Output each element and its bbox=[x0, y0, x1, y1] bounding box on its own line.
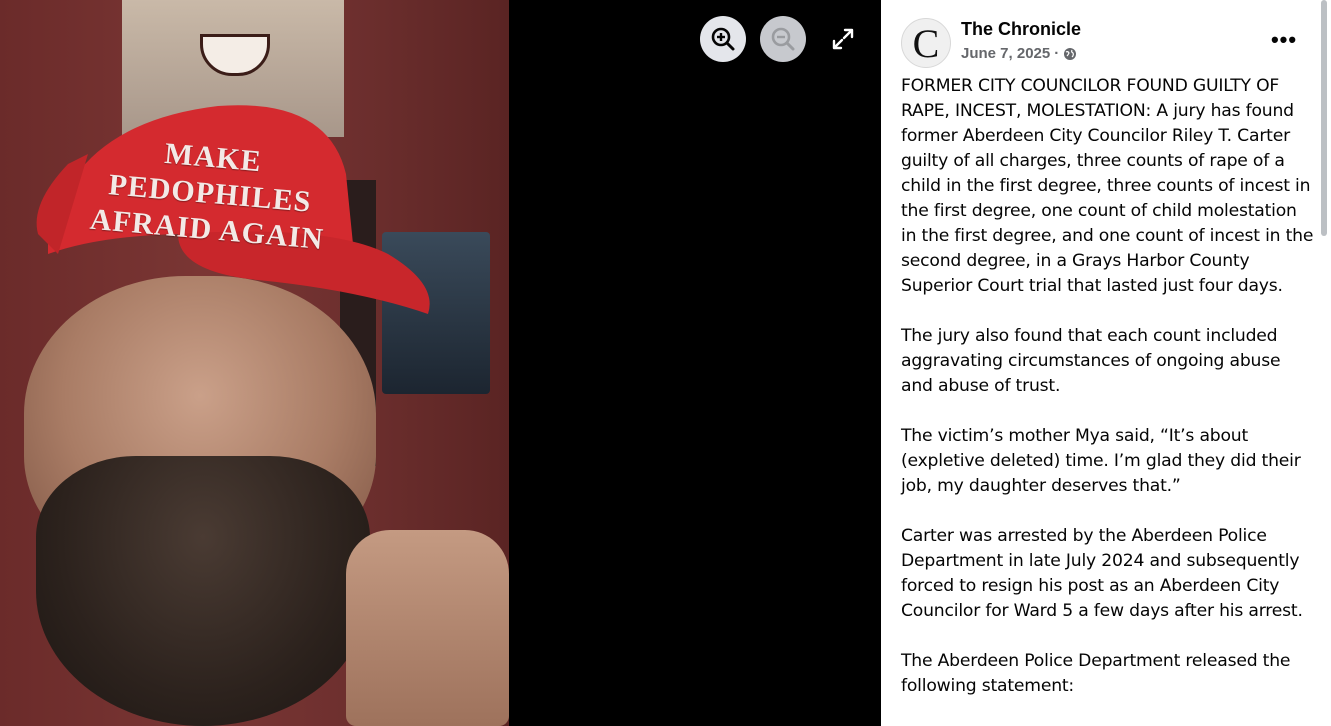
page-avatar[interactable]: C bbox=[901, 18, 951, 68]
post-paragraph: The victim’s mother Mya said, “It’s abou… bbox=[901, 426, 1301, 496]
avatar-letter: C bbox=[912, 20, 940, 66]
post-paragraph: The jury also found that each count incl… bbox=[901, 326, 1281, 396]
post-paragraph: Carter was arrested by the Aberdeen Poli… bbox=[901, 526, 1303, 621]
post-body: FORMER CITY COUNCILOR FOUND GUILTY OF RA… bbox=[901, 74, 1317, 724]
zoom-in-button[interactable] bbox=[700, 16, 746, 62]
zoom-out-button[interactable] bbox=[760, 16, 806, 62]
post-photo[interactable]: MAKE PEDOPHILES AFRAID AGAIN bbox=[0, 0, 509, 726]
post-meta: June 7, 2025 · bbox=[961, 45, 1077, 62]
post-panel: C The Chronicle June 7, 2025 · ••• FORME… bbox=[881, 0, 1331, 726]
scrollbar[interactable] bbox=[1321, 0, 1327, 236]
page-name[interactable]: The Chronicle bbox=[961, 19, 1081, 40]
more-options-button[interactable]: ••• bbox=[1267, 26, 1301, 54]
photo-viewer: MAKE PEDOPHILES AFRAID AGAIN bbox=[0, 0, 881, 726]
fullscreen-button[interactable] bbox=[826, 22, 860, 56]
zoom-in-icon bbox=[711, 27, 735, 51]
fullscreen-icon bbox=[832, 28, 854, 50]
cap-slogan: MAKE PEDOPHILES AFRAID AGAIN bbox=[76, 129, 344, 259]
globe-icon[interactable] bbox=[1063, 47, 1077, 61]
meta-separator: · bbox=[1054, 45, 1060, 62]
zoom-out-icon bbox=[771, 27, 795, 51]
raised-finger bbox=[346, 530, 509, 726]
post-paragraph: FORMER CITY COUNCILOR FOUND GUILTY OF RA… bbox=[901, 76, 1314, 296]
beard bbox=[36, 456, 370, 726]
post-date[interactable]: June 7, 2025 bbox=[961, 45, 1050, 62]
post-paragraph: The Aberdeen Police Department released … bbox=[901, 651, 1291, 696]
